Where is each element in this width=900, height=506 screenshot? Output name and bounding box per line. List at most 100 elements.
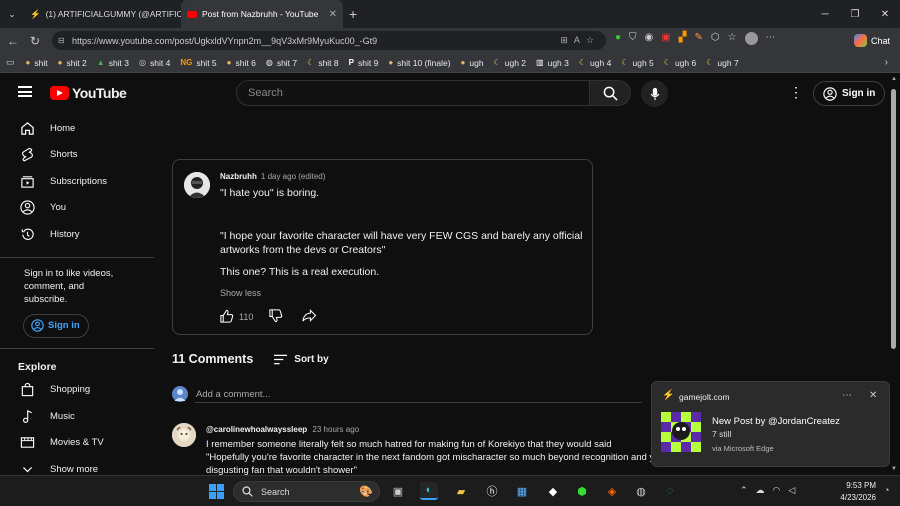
bookmark-item[interactable]: ▥ ugh 3	[531, 58, 574, 68]
notification-bell-icon[interactable]: ◔	[884, 485, 889, 495]
sort-by-button[interactable]: Sort by	[273, 354, 329, 365]
like-button[interactable]: 110	[219, 309, 253, 324]
fl-studio-icon[interactable]: ◈	[603, 482, 621, 500]
sidebar-item-label: You	[50, 202, 67, 214]
app-icon[interactable]: ◌	[661, 482, 679, 500]
close-icon[interactable]: ✕	[869, 390, 877, 401]
search-button[interactable]	[589, 80, 631, 106]
post-author[interactable]: Nazbruhh	[220, 172, 257, 181]
post-time[interactable]: 1 day ago (edited)	[261, 172, 326, 181]
comment-author[interactable]: @carolinewhoalwayssleep	[206, 425, 307, 434]
scrollbar-thumb[interactable]	[891, 89, 896, 349]
extension-green-icon[interactable]: ●	[615, 32, 621, 45]
scroll-down-icon[interactable]: ▼	[891, 466, 897, 472]
sidebar-item-home[interactable]: Home	[0, 115, 154, 142]
menu-dots-icon[interactable]: ⋯	[766, 32, 776, 45]
sidebar-item-you[interactable]: You	[0, 195, 154, 222]
bookmark-item[interactable]: ● shit 10 (finale)	[383, 58, 455, 68]
bookmark-item[interactable]: NG shit 5	[175, 58, 221, 68]
author-avatar[interactable]	[184, 172, 210, 198]
comment-line: "Hopefully you're favorite character in …	[206, 452, 665, 463]
guest-avatar	[172, 386, 188, 402]
bookmark-item[interactable]: ● shit 6	[222, 58, 261, 68]
sidebar-item-shopping[interactable]: Shopping	[0, 377, 154, 404]
bookmark-item[interactable]: ● shit	[21, 58, 53, 68]
restore-icon[interactable]: ❐	[840, 0, 870, 28]
taskbar-search[interactable]: Search 🎨	[233, 481, 380, 502]
bookmark-item[interactable]: ☾ shit 8	[302, 58, 344, 68]
puzzle-icon[interactable]: ⬡	[711, 32, 720, 45]
hp-icon[interactable]: ⓗ	[483, 482, 501, 500]
share-button[interactable]	[301, 308, 317, 325]
youtube-logo[interactable]: YouTube	[50, 85, 127, 101]
bookmark-item[interactable]: ▲ shit 3	[92, 58, 134, 68]
store-icon[interactable]: ▦	[513, 482, 531, 500]
taskbar-clock[interactable]: 9:53 PM 4/23/2026	[836, 480, 876, 504]
address-actions-icons[interactable]: ⊞A☆	[560, 35, 600, 46]
google-drive-icon: ▲	[96, 58, 105, 67]
roblox-icon[interactable]: ◆	[544, 482, 562, 500]
scroll-up-icon[interactable]: ▲	[891, 76, 897, 82]
close-tab-icon[interactable]: ✕	[323, 9, 337, 20]
windows-start-icon[interactable]	[207, 482, 225, 500]
search-input[interactable]: Search	[236, 80, 590, 106]
menu-hamburger-icon[interactable]	[18, 86, 32, 97]
comment-time[interactable]: 23 hours ago	[312, 425, 359, 434]
bookmark-item[interactable]: ☾ ugh 5	[616, 58, 658, 68]
notification-toast[interactable]: ⚡ gamejolt.com ⋯ ✕ New Post by @JordanCr…	[651, 381, 890, 467]
shield-icon[interactable]: ⛉	[629, 32, 637, 45]
steam-icon[interactable]: ◍	[632, 482, 650, 500]
close-window-icon[interactable]: ✕	[870, 0, 900, 28]
file-explorer-icon[interactable]: ▰	[452, 482, 470, 500]
settings-dots-icon[interactable]: ⋮	[789, 84, 803, 101]
address-bar[interactable]: ⊟ https://www.youtube.com/post/UgkxldVYn…	[52, 31, 606, 50]
bookmark-item[interactable]: ☾ ugh 6	[659, 58, 701, 68]
bookmark-item[interactable]: ● ugh	[456, 58, 489, 68]
minimize-icon[interactable]: ─	[810, 0, 840, 28]
sidebar-item-music[interactable]: Music	[0, 403, 154, 430]
bookmark-item[interactable]: ☾ ugh 4	[574, 58, 616, 68]
extension-orange-icon[interactable]: ▞	[679, 32, 687, 45]
show-less-link[interactable]: Show less	[220, 288, 261, 298]
youtube-play-icon	[50, 86, 69, 100]
sidebar-item-subscriptions[interactable]: Subscriptions	[0, 168, 154, 195]
bookmark-sidebar-icon[interactable]: ▭	[6, 57, 15, 68]
sidebar-signin-button[interactable]: Sign in	[23, 313, 89, 338]
bookmark-item[interactable]: Pshit 9	[344, 58, 384, 68]
bookmark-item[interactable]: ◍ shit 7	[261, 58, 302, 68]
window-controls: ─ ❐ ✕	[810, 0, 900, 28]
tab-artificialgummy[interactable]: ⚡ (1) ARTIFICIALGUMMY (@ARTIFIC ✕	[24, 0, 181, 28]
header-signin-button[interactable]: Sign in	[813, 81, 886, 106]
bookmark-item[interactable]: ☾ ugh 2	[489, 58, 531, 68]
sidebar-item-movies[interactable]: Movies & TV	[0, 430, 154, 457]
add-comment-field[interactable]: Add a comment...	[172, 385, 642, 403]
dislike-button[interactable]	[268, 308, 283, 325]
bookmark-item[interactable]: ☾ ugh 7	[701, 58, 743, 68]
copilot-chat-button[interactable]: Chat	[848, 31, 896, 50]
tab-list-button[interactable]: ⌄	[0, 0, 24, 28]
green-app-icon[interactable]: ⬢	[573, 482, 591, 500]
new-tab-button[interactable]: +	[343, 0, 363, 28]
voice-search-button[interactable]	[641, 80, 668, 107]
task-view-icon[interactable]: ▣	[389, 482, 407, 500]
pen-icon[interactable]: ✎	[694, 32, 702, 45]
commenter-avatar[interactable]	[172, 423, 196, 447]
refresh-icon[interactable]: ↻	[24, 34, 46, 48]
sidebar-item-label: Movies & TV	[50, 437, 104, 449]
sidebar-item-history[interactable]: History	[0, 221, 154, 248]
profile-avatar[interactable]	[744, 32, 758, 45]
back-icon[interactable]: ←	[2, 34, 24, 48]
sidebar-item-shorts[interactable]: Shorts	[0, 142, 154, 169]
tab-youtube-post[interactable]: Post from Nazbruhh - YouTube ✕	[181, 0, 343, 28]
post-meta: Nazbruhh 1 day ago (edited)	[220, 172, 325, 181]
site-info-icon[interactable]: ⊟	[58, 36, 65, 45]
favorites-icon[interactable]: ☆	[728, 32, 737, 45]
bookmark-item[interactable]: ◎ shit 4	[134, 58, 175, 68]
bookmark-item[interactable]: ● shit 2	[53, 58, 92, 68]
bookmarks-overflow-icon[interactable]: ›	[885, 57, 888, 68]
camera-icon[interactable]: ◉	[645, 32, 654, 45]
extension-red-icon[interactable]: ▣	[661, 32, 670, 45]
more-options-icon[interactable]: ⋯	[842, 390, 852, 401]
system-tray-icons[interactable]: ⌃☁◠◁	[740, 485, 803, 496]
edge-browser-icon[interactable]: ◐	[420, 482, 438, 500]
